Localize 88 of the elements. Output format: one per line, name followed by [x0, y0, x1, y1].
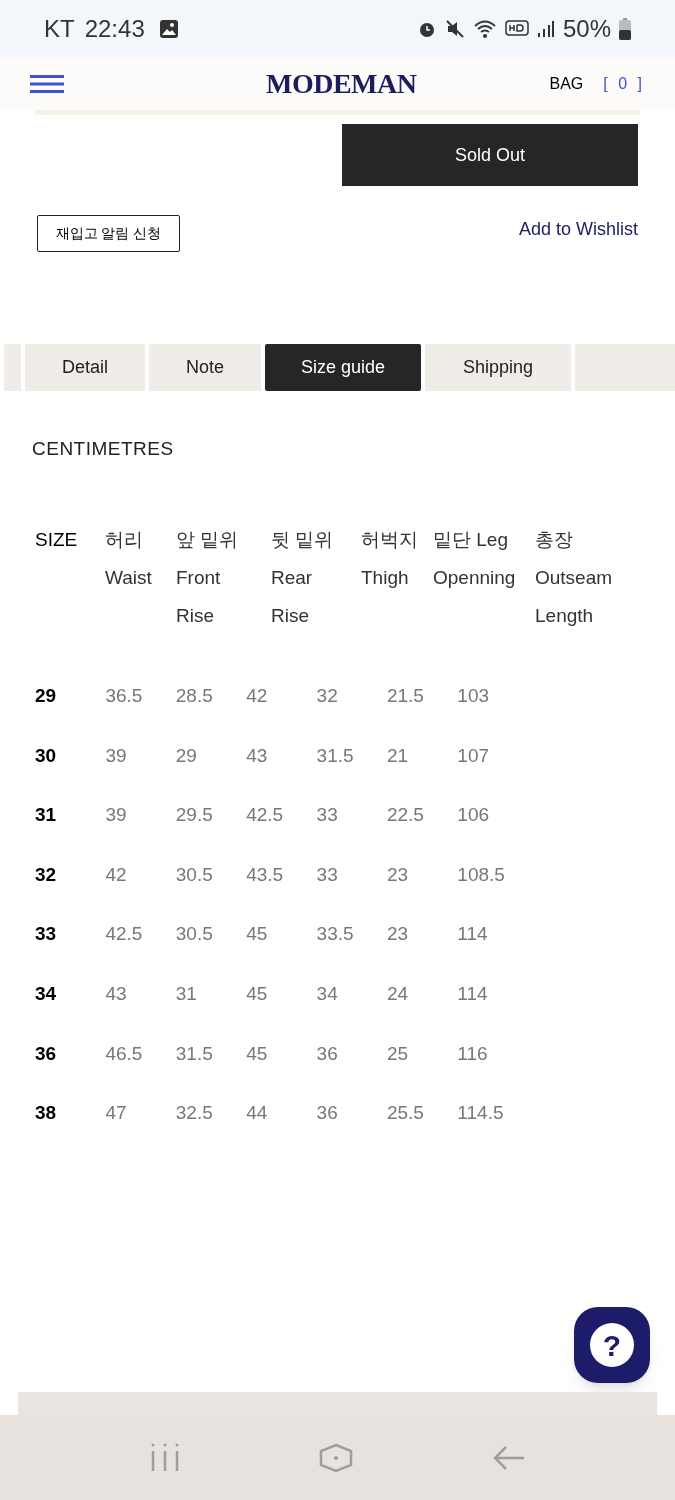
measurement-value: 32.5: [175, 1101, 214, 1126]
back-icon[interactable]: [491, 1444, 526, 1471]
clock: 22:43: [84, 13, 145, 44]
measurement-value: 45: [246, 982, 269, 1006]
measurement-value: 114.5: [457, 1101, 505, 1126]
measurement-value: 43: [246, 743, 269, 768]
measurement-value: 33.5: [316, 922, 355, 947]
measurement-value: 38: [35, 1101, 58, 1126]
measurement-value: 22.5: [386, 803, 425, 828]
tab[interactable]: Detail: [25, 344, 145, 391]
measurement-value: 33: [35, 922, 58, 947]
measurement-value: 36: [316, 1101, 339, 1126]
measurement-value: 31.5: [175, 1041, 214, 1066]
measurement-value: 34: [35, 982, 58, 1006]
tab[interactable]: Note: [149, 344, 261, 391]
measurement-value: 36: [316, 1041, 339, 1066]
measurement-value: 106: [457, 803, 491, 828]
tab[interactable]: Size guide: [265, 344, 421, 391]
measurement-label: 앞 밑위 Front Rise: [176, 527, 240, 628]
measurement-value: 39: [105, 743, 128, 768]
measurement-value: 47: [105, 1101, 128, 1126]
measurement-value: 116: [457, 1041, 489, 1066]
measurement-value: 23: [386, 862, 410, 887]
measurement-value: 31: [35, 803, 58, 828]
measurement-value: 36: [35, 1041, 58, 1066]
measurement-value: 30.5: [175, 862, 214, 887]
measurement-value: 23: [386, 922, 410, 947]
unit-heading: CENTIMETRES: [32, 437, 175, 461]
measurement-value: 107: [457, 743, 491, 768]
measurement-value: 34: [316, 982, 339, 1006]
measurement-value: 114: [457, 922, 489, 947]
measurement-value: 114: [457, 982, 489, 1006]
measurement-value: 103: [457, 684, 491, 709]
measurement-value: 25.5: [386, 1101, 425, 1126]
signal-icon: [536, 18, 555, 39]
measurement-value: 25: [386, 1041, 410, 1066]
measurement-value: 31.5: [316, 743, 355, 768]
measurement-value: 29.5: [175, 803, 214, 828]
measurement-value: 42: [105, 862, 128, 887]
measurement-value: 24: [386, 982, 410, 1006]
sold-out-button[interactable]: Sold Out: [342, 124, 638, 186]
measurement-value: 42.5: [105, 922, 144, 947]
measurement-value: 45: [246, 922, 269, 947]
hd-icon: [504, 18, 529, 39]
measurement-label: 밑단 Leg Openning: [433, 527, 517, 590]
image-icon: [158, 18, 179, 39]
measurement-value: 43.5: [246, 862, 285, 887]
measurement-label: SIZE: [35, 527, 79, 552]
measurement-value: 30: [35, 743, 58, 768]
bag-count[interactable]: [ 0 ]: [603, 71, 645, 96]
carrier: KT: [44, 13, 75, 44]
battery-percent: 50%: [562, 13, 611, 44]
measurement-value: 29: [175, 743, 198, 768]
measurement-value: 31: [175, 982, 198, 1006]
measurement-label: 허리 Waist: [105, 527, 153, 590]
measurement-value: 33: [316, 803, 339, 828]
measurement-value: 21.5: [386, 684, 425, 709]
mute-icon: [444, 18, 465, 39]
logo[interactable]: MODEMAN: [266, 62, 417, 105]
measurement-value: 43: [105, 982, 128, 1006]
bag-link[interactable]: BAG: [549, 71, 584, 96]
measurement-value: 44: [246, 1101, 269, 1126]
measurement-label: 총장 Outseam Length: [535, 527, 614, 628]
measurement-value: 33: [316, 862, 339, 887]
measurement-value: 42.5: [246, 803, 285, 828]
home-icon[interactable]: [318, 1442, 353, 1473]
measurement-value: 30.5: [175, 922, 214, 947]
battery-icon: [619, 17, 631, 40]
measurement-value: 108.5: [457, 862, 506, 887]
measurement-value: 28.5: [175, 684, 214, 709]
wishlist-link[interactable]: Add to Wishlist: [518, 216, 638, 243]
recent-apps-icon[interactable]: [149, 1442, 180, 1473]
wifi-icon: [472, 18, 497, 39]
measurement-value: 36.5: [105, 684, 144, 709]
restock-button[interactable]: 재입고 알림 신청: [37, 215, 180, 252]
measurement-label: 허벅지 Thigh: [361, 527, 419, 590]
help-button[interactable]: ?: [574, 1307, 650, 1383]
measurement-value: 46.5: [105, 1041, 144, 1066]
measurement-value: 42: [246, 684, 269, 709]
menu-icon[interactable]: [30, 73, 64, 94]
measurement-value: 29: [35, 684, 58, 709]
measurement-value: 32: [35, 862, 58, 887]
measurement-value: 21: [386, 743, 410, 768]
measurement-value: 32: [316, 684, 339, 709]
tab[interactable]: Shipping: [425, 344, 571, 391]
measurement-value: 45: [246, 1041, 269, 1066]
measurement-value: 39: [105, 803, 128, 828]
measurement-label: 뒷 밑위 Rear Rise: [271, 527, 335, 628]
